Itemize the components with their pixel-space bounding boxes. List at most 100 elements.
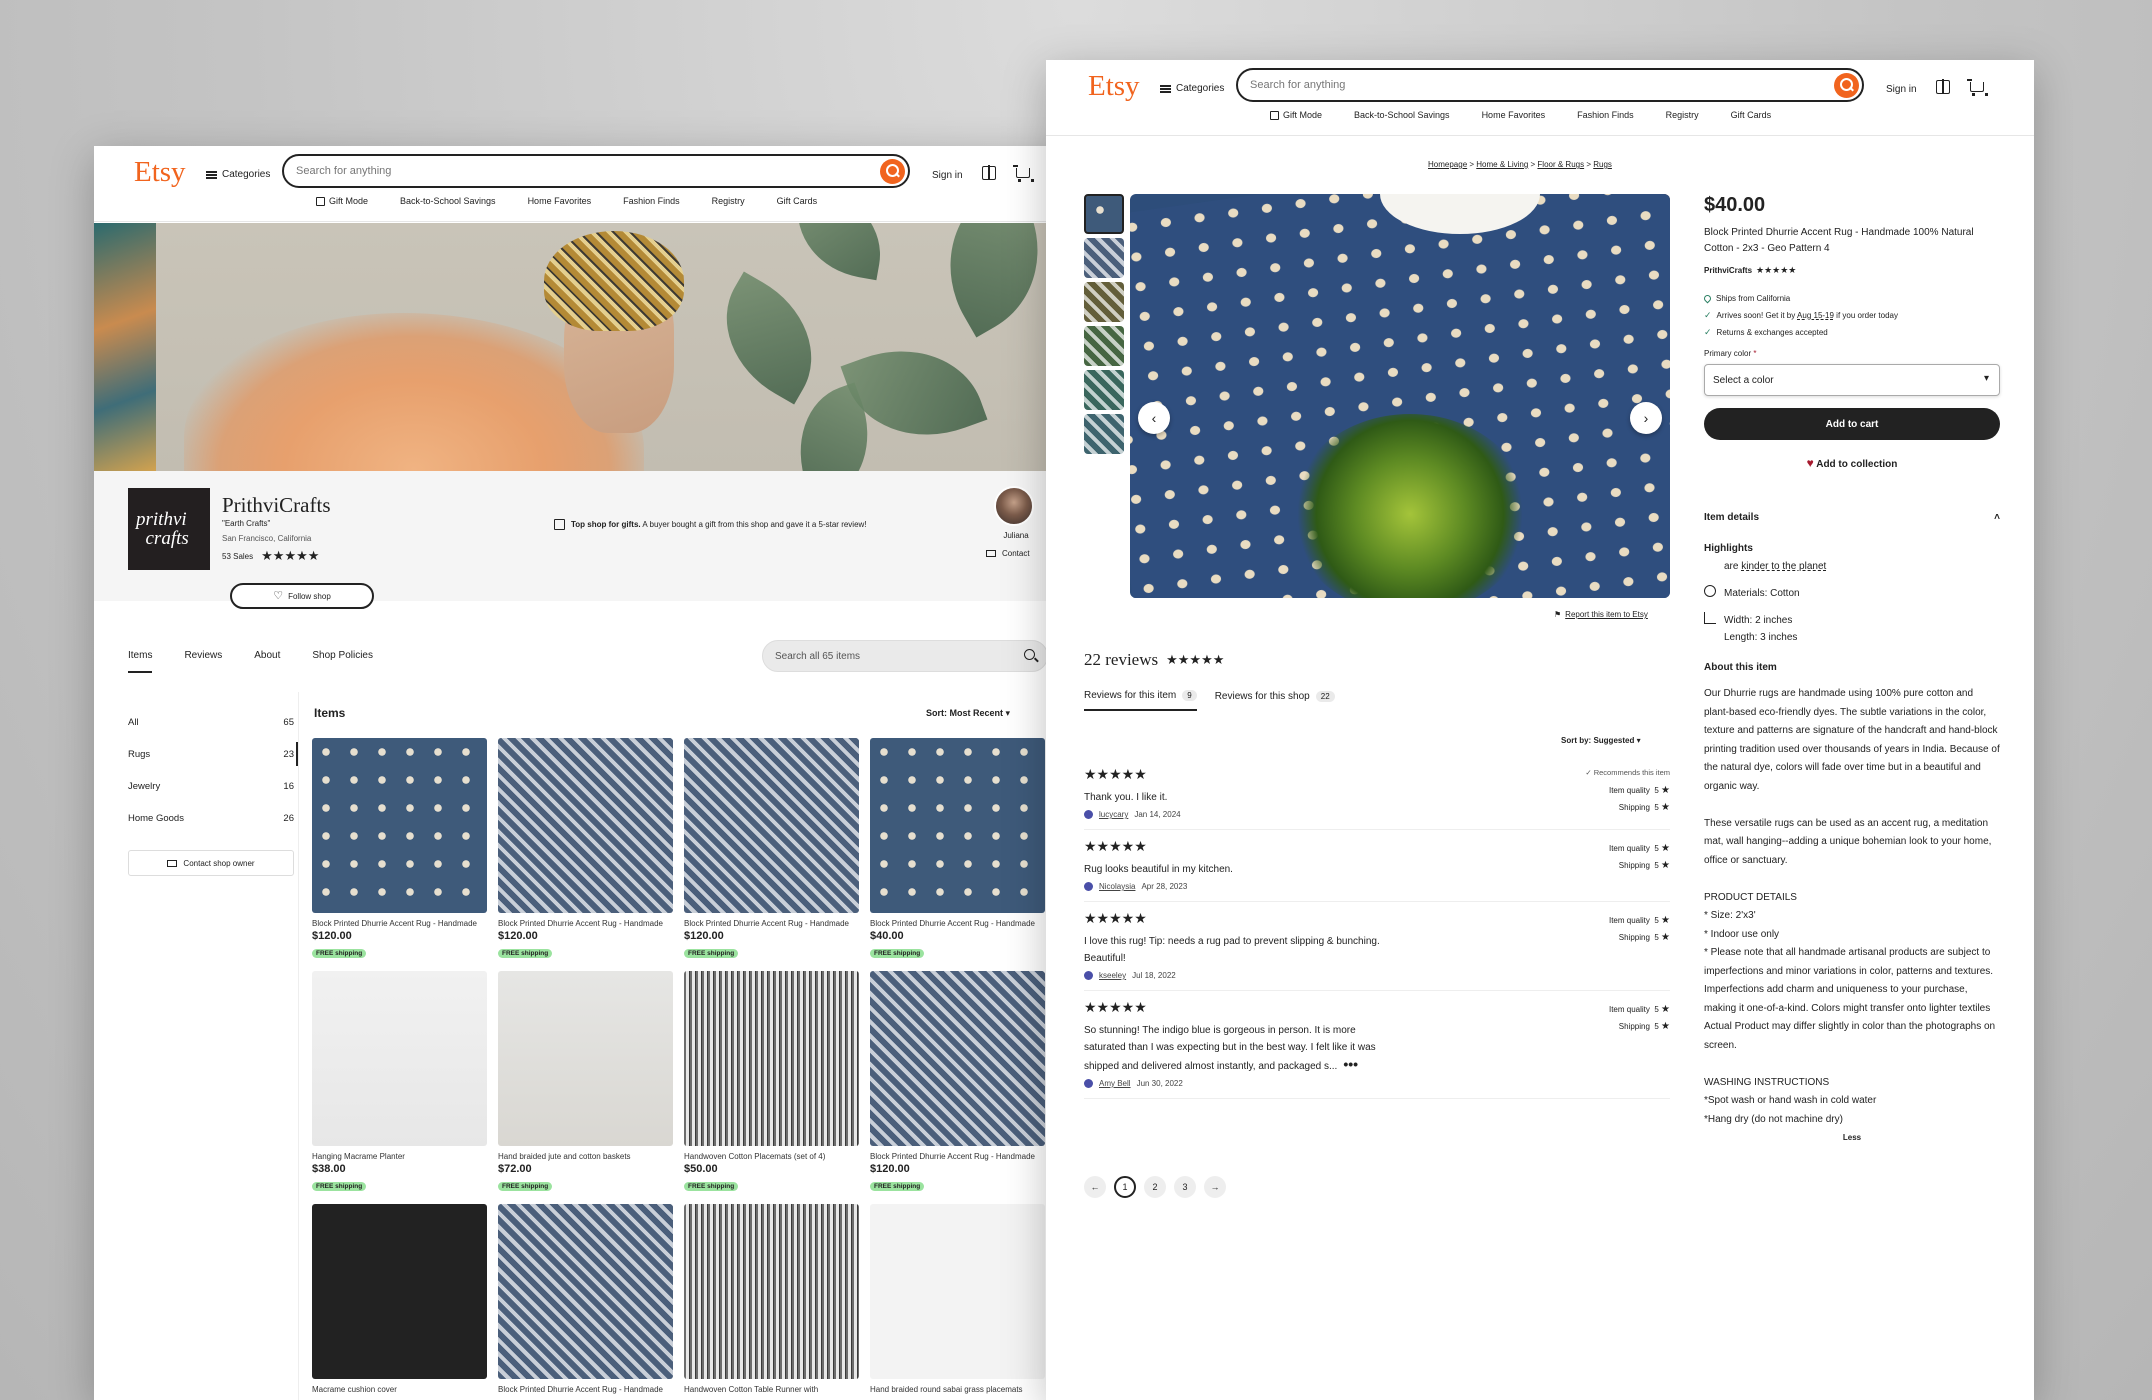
cart-icon[interactable]	[1013, 165, 1034, 182]
listing-title[interactable]: Hand braided round sabai grass placemats	[870, 1385, 1045, 1394]
search-icon[interactable]	[1834, 73, 1859, 98]
item-details-toggle[interactable]: Item details ˄	[1704, 512, 2000, 523]
listing-title[interactable]: Block Printed Dhurrie Accent Rug - Handm…	[498, 1385, 673, 1394]
reviewer-link[interactable]: lucycary	[1099, 810, 1128, 819]
subnav-gift-cards[interactable]: Gift Cards	[777, 196, 818, 206]
listing-card[interactable]: Block Printed Dhurrie Accent Rug - Handm…	[684, 738, 859, 958]
listing-title[interactable]: Block Printed Dhurrie Accent Rug - Handm…	[312, 919, 487, 928]
listing-title[interactable]: Handwoven Cotton Placemats (set of 4)	[684, 1152, 859, 1161]
breadcrumb-floor-rugs[interactable]: Floor & Rugs	[1537, 160, 1584, 169]
thumbnail[interactable]	[1084, 414, 1124, 454]
cart-icon[interactable]	[1967, 79, 1988, 96]
thumbnail[interactable]	[1084, 282, 1124, 322]
color-select[interactable]: Select a color	[1704, 364, 2000, 396]
subnav-home-favorites[interactable]: Home Favorites	[1482, 110, 1546, 120]
category-all[interactable]: All 65	[128, 706, 294, 738]
search-icon[interactable]	[1024, 649, 1035, 660]
sign-in-link[interactable]: Sign in	[932, 170, 963, 181]
breadcrumb-homepage[interactable]: Homepage	[1428, 160, 1467, 169]
listing-image[interactable]	[684, 738, 859, 913]
more-icon[interactable]: •••	[1343, 1056, 1358, 1072]
gift-icon[interactable]	[1936, 79, 1950, 94]
listing-image[interactable]	[684, 1204, 859, 1379]
tab-shop-policies[interactable]: Shop Policies	[312, 650, 373, 673]
subnav-gift-mode[interactable]: Gift Mode	[1270, 110, 1322, 120]
etsy-logo[interactable]: Etsy	[1088, 70, 1140, 103]
less-button[interactable]: Less	[1704, 1133, 2000, 1142]
listing-image[interactable]	[684, 971, 859, 1146]
subnav-registry[interactable]: Registry	[712, 196, 745, 206]
thumbnail[interactable]	[1084, 326, 1124, 366]
prev-image-icon[interactable]: ‹	[1138, 402, 1170, 434]
category-jewelry[interactable]: Jewelry 16	[128, 770, 294, 802]
thumbnail[interactable]	[1084, 370, 1124, 410]
listing-card[interactable]: Block Printed Dhurrie Accent Rug - Handm…	[870, 738, 1045, 958]
review-sort-dropdown[interactable]: Sort by: Suggested ▾	[1561, 736, 1641, 745]
subnav-gift-mode[interactable]: Gift Mode	[316, 196, 368, 206]
tab-items[interactable]: Items	[128, 650, 153, 673]
next-image-icon[interactable]: ›	[1630, 402, 1662, 434]
tab-reviews-shop[interactable]: Reviews for this shop 22	[1215, 690, 1335, 711]
page-1[interactable]: 1	[1114, 1176, 1136, 1198]
listing-image[interactable]	[312, 738, 487, 913]
reviewer-link[interactable]: Nicolaysia	[1099, 882, 1135, 891]
avatar[interactable]	[994, 486, 1034, 526]
listing-card[interactable]: Block Printed Dhurrie Accent Rug - Handm…	[498, 738, 673, 958]
sign-in-link[interactable]: Sign in	[1886, 84, 1917, 95]
contact-shop-owner-button[interactable]: Contact shop owner	[128, 850, 294, 876]
subnav-fashion-finds[interactable]: Fashion Finds	[1577, 110, 1634, 120]
breadcrumb-rugs[interactable]: Rugs	[1593, 160, 1612, 169]
listing-title[interactable]: Block Printed Dhurrie Accent Rug - Handm…	[870, 1152, 1045, 1161]
seller-link[interactable]: PrithviCrafts ★★★★★	[1704, 265, 2000, 276]
reviewer-link[interactable]: Amy Bell	[1099, 1079, 1131, 1088]
next-page-icon[interactable]: →	[1204, 1176, 1226, 1198]
subnav-home-favorites[interactable]: Home Favorites	[528, 196, 592, 206]
listing-image[interactable]	[498, 1204, 673, 1379]
listing-title[interactable]: Block Printed Dhurrie Accent Rug - Handm…	[870, 919, 1045, 928]
etsy-logo[interactable]: Etsy	[134, 156, 186, 189]
reviewer-link[interactable]: kseeley	[1099, 971, 1126, 980]
listing-card[interactable]: Block Printed Dhurrie Accent Rug - Handm…	[312, 738, 487, 958]
add-to-cart-button[interactable]: Add to cart	[1704, 408, 2000, 440]
tab-reviews[interactable]: Reviews	[184, 650, 222, 673]
listing-image[interactable]	[312, 971, 487, 1146]
subnav-fashion-finds[interactable]: Fashion Finds	[623, 196, 680, 206]
listing-image[interactable]	[312, 1204, 487, 1379]
listing-card[interactable]: Block Printed Dhurrie Accent Rug - Handm…	[498, 1204, 673, 1394]
shop-search-input[interactable]: Search all 65 items	[762, 640, 1048, 672]
prev-page-icon[interactable]: ←	[1084, 1176, 1106, 1198]
listing-title[interactable]: Hanging Macrame Planter	[312, 1152, 487, 1161]
categories-menu[interactable]: Categories	[1160, 83, 1224, 94]
subnav-registry[interactable]: Registry	[1666, 110, 1699, 120]
category-rugs[interactable]: Rugs 23	[128, 738, 298, 770]
listing-title[interactable]: Handwoven Cotton Table Runner with	[684, 1385, 859, 1394]
listing-card[interactable]: Hand braided round sabai grass placemats	[870, 1204, 1045, 1394]
listing-card[interactable]: Hand braided jute and cotton baskets $72.…	[498, 971, 673, 1191]
listing-title[interactable]: Macrame cushion cover	[312, 1385, 487, 1394]
breadcrumb-home-living[interactable]: Home & Living	[1476, 160, 1528, 169]
categories-menu[interactable]: Categories	[206, 169, 270, 180]
page-3[interactable]: 3	[1174, 1176, 1196, 1198]
follow-shop-button[interactable]: ♡ Follow shop	[230, 583, 374, 609]
listing-card[interactable]: Handwoven Cotton Placemats (set of 4) $50…	[684, 971, 859, 1191]
listing-card[interactable]: Handwoven Cotton Table Runner with	[684, 1204, 859, 1394]
search-icon[interactable]	[880, 159, 905, 184]
tab-reviews-item[interactable]: Reviews for this item 9	[1084, 690, 1197, 711]
listing-image[interactable]	[870, 1204, 1045, 1379]
subnav-back-to-school[interactable]: Back-to-School Savings	[1354, 110, 1450, 120]
contact-link[interactable]: Contact	[986, 549, 1030, 558]
listing-card[interactable]: Macrame cushion cover	[312, 1204, 487, 1394]
listing-title[interactable]: Block Printed Dhurrie Accent Rug - Handm…	[498, 919, 673, 928]
search-input[interactable]: Search for anything	[1236, 68, 1864, 102]
category-home-goods[interactable]: Home Goods 26	[128, 802, 294, 834]
report-item-link[interactable]: ⚑ Report this item to Etsy	[1554, 610, 1648, 619]
thumbnail[interactable]	[1084, 194, 1124, 234]
listing-title[interactable]: Hand braided jute and cotton baskets	[498, 1152, 673, 1161]
search-input[interactable]: Search for anything	[282, 154, 910, 188]
listing-image[interactable]	[498, 971, 673, 1146]
sort-dropdown[interactable]: Sort: Most Recent ▾	[926, 708, 1010, 719]
thumbnail[interactable]	[1084, 238, 1124, 278]
listing-card[interactable]: Hanging Macrame Planter $38.00 FREE shippi…	[312, 971, 487, 1191]
subnav-gift-cards[interactable]: Gift Cards	[1731, 110, 1772, 120]
listing-image[interactable]	[870, 738, 1045, 913]
